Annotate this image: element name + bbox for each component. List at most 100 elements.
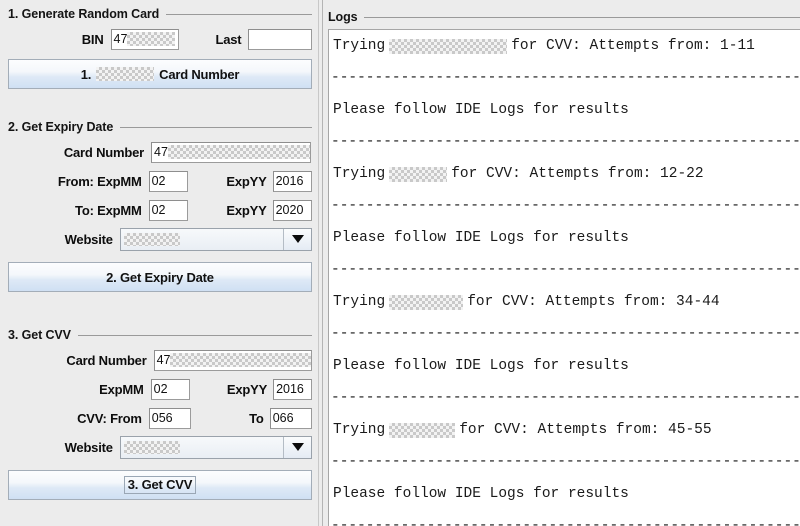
get-expiry-date-group: 2. Get Expiry Date Card Number 47 From: …: [8, 119, 313, 292]
bin-input-value: 47: [113, 31, 128, 46]
log-entry-text: Please follow IDE Logs for results: [333, 358, 629, 374]
bin-input[interactable]: 47: [110, 28, 180, 50]
log-entry: Trying for CVV: Attempts from: 45-55: [329, 414, 800, 446]
group1-title: 1. Generate Random Card: [8, 7, 160, 21]
from-expyy-input[interactable]: 2016: [272, 170, 313, 192]
cvv-from-value: 056: [151, 410, 173, 425]
from-expmm-input[interactable]: 02: [148, 170, 189, 192]
log-separator-dashes: ----------------------------------------…: [331, 390, 800, 406]
expiry-card-number-input[interactable]: 47: [151, 141, 311, 163]
generate-card-button-redaction: [96, 67, 155, 81]
log-entry-redaction: [389, 294, 464, 310]
group2-body: Card Number 47 From: ExpMM 02 ExpYY 2016: [8, 135, 313, 292]
cvv-website-combobox-value: [120, 436, 283, 458]
cvv-from-input[interactable]: 056: [148, 407, 192, 429]
form-panel: 1. Generate Random Card BIN 47 Last 1. C…: [0, 0, 318, 526]
log-separator: ----------------------------------------…: [329, 126, 800, 158]
log-entry-suffix: for CVV: Attempts from: 45-55: [459, 422, 712, 438]
cvv-expmm-label: ExpMM: [99, 381, 144, 397]
log-entry-suffix: for CVV: Attempts from: 1-11: [511, 38, 755, 54]
get-expiry-date-button-label: 2. Get Expiry Date: [106, 269, 214, 285]
from-expyy-value: 2016: [275, 173, 304, 188]
get-cvv-button-label: 3. Get CVV: [123, 476, 197, 494]
log-separator: ----------------------------------------…: [329, 446, 800, 478]
log-entry: Trying for CVV: Attempts from: 1-11: [329, 30, 800, 62]
cvv-card-number-row: Card Number 47: [8, 347, 312, 373]
generate-card-button-suffix: Card Number: [159, 66, 240, 82]
to-expyy-input[interactable]: 2020: [272, 199, 313, 221]
log-separator-dashes: ----------------------------------------…: [331, 518, 800, 526]
expiry-website-combobox[interactable]: [119, 227, 312, 251]
log-entry-redaction: [389, 422, 456, 438]
expiry-website-label: Website: [64, 231, 113, 247]
log-separator-dashes: ----------------------------------------…: [331, 70, 800, 86]
chevron-down-icon[interactable]: [283, 436, 311, 458]
log-separator: ----------------------------------------…: [329, 382, 800, 414]
cvv-expmm-input[interactable]: 02: [150, 378, 190, 400]
logs-title-row: Logs: [328, 9, 800, 25]
chevron-down-icon[interactable]: [283, 228, 311, 250]
cvv-card-number-label: Card Number: [66, 352, 147, 368]
logs-title: Logs: [328, 10, 358, 24]
bin-label: BIN: [81, 31, 104, 47]
expiry-card-number-label: Card Number: [63, 144, 144, 160]
cvv-expmm-value: 02: [153, 381, 168, 396]
from-expyy-label: ExpYY: [226, 173, 267, 189]
log-entry: Please follow IDE Logs for results: [329, 350, 800, 382]
generate-card-button-prefix: 1.: [80, 66, 92, 82]
logs-title-rule: [364, 16, 800, 18]
logs-content: Trying for CVV: Attempts from: 1-11 ------…: [329, 30, 800, 526]
group3-title-row: 3. Get CVV: [8, 327, 312, 343]
expiry-card-number-value: 47: [154, 144, 168, 159]
cvv-expyy-input[interactable]: 2016: [273, 378, 312, 400]
generate-card-button-wrap: 1. Card Number: [8, 55, 312, 89]
expiry-website-combobox-value: [120, 228, 283, 250]
logs-group: Logs Trying for CVV: Attempts from: 1-11 -…: [328, 9, 800, 526]
expiry-card-number-row: Card Number 47: [8, 139, 312, 165]
to-expmm-input[interactable]: 02: [148, 199, 189, 221]
application-window: 1. Generate Random Card BIN 47 Last 1. C…: [0, 0, 800, 526]
chevron-down-glyph: [291, 443, 304, 451]
get-cvv-group: 3. Get CVV Card Number 47 ExpMM 02 ExpYY: [8, 327, 312, 500]
logs-panel: Logs Trying for CVV: Attempts from: 1-11 -…: [323, 0, 800, 526]
log-entry-prefix: Trying: [333, 166, 386, 182]
cvv-to-input[interactable]: 066: [269, 407, 312, 429]
log-entry: Please follow IDE Logs for results: [329, 478, 800, 510]
cvv-card-number-value: 47: [156, 352, 171, 367]
get-expiry-date-button[interactable]: 2. Get Expiry Date: [8, 262, 312, 292]
group3-title-rule: [77, 334, 312, 336]
cvv-website-label: Website: [64, 439, 113, 455]
log-separator-dashes: ----------------------------------------…: [331, 262, 800, 278]
log-entry-prefix: Trying: [333, 422, 386, 438]
group1-title-row: 1. Generate Random Card: [8, 6, 312, 22]
get-cvv-button[interactable]: 3. Get CVV: [8, 470, 312, 500]
cvv-website-redaction: [123, 440, 180, 454]
to-expmm-value: 02: [151, 202, 166, 217]
cvv-card-number-input[interactable]: 47: [153, 349, 312, 371]
log-separator: ----------------------------------------…: [329, 62, 800, 94]
log-entry-text: Please follow IDE Logs for results: [333, 102, 629, 118]
cvv-website-combobox[interactable]: [119, 435, 312, 459]
cvv-exp-row: ExpMM 02 ExpYY 2016: [8, 376, 312, 402]
group2-title-row: 2. Get Expiry Date: [8, 119, 312, 135]
to-exp-row: To: ExpMM 02 ExpYY 2020: [8, 197, 313, 223]
cvv-expyy-label: ExpYY: [226, 381, 268, 397]
logs-textarea[interactable]: Trying for CVV: Attempts from: 1-11 ------…: [328, 29, 800, 526]
generate-card-number-button[interactable]: 1. Card Number: [8, 59, 312, 89]
from-expmm-value: 02: [151, 173, 166, 188]
group3-title: 3. Get CVV: [8, 328, 71, 342]
cvv-expyy-value: 2016: [276, 381, 304, 396]
group1-title-rule: [166, 13, 312, 15]
log-entry-redaction: [389, 38, 508, 54]
cvv-card-number-redaction: [170, 352, 311, 367]
cvv-to-value: 066: [272, 410, 294, 425]
log-entry: Please follow IDE Logs for results: [329, 94, 800, 126]
log-entry: Trying for CVV: Attempts from: 12-22: [329, 158, 800, 190]
log-entry-redaction: [389, 166, 448, 182]
to-expyy-value: 2020: [275, 202, 304, 217]
cvv-from-label: CVV: From: [77, 410, 142, 426]
get-cvv-button-wrap: 3. Get CVV: [8, 463, 312, 500]
group3-body: Card Number 47 ExpMM 02 ExpYY 2016 CVV: …: [8, 343, 312, 500]
cvv-website-row: Website: [8, 434, 312, 460]
last-input[interactable]: [248, 28, 312, 50]
